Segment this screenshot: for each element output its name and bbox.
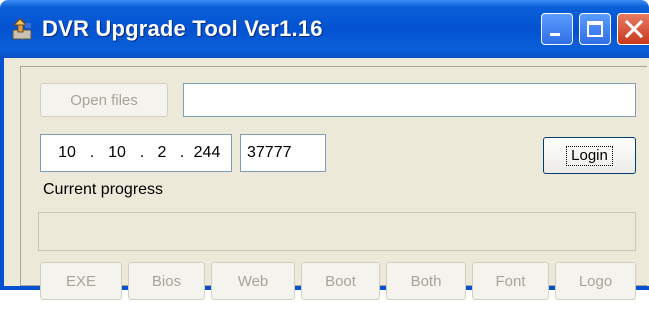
close-icon <box>624 19 644 39</box>
both-button[interactable]: Both <box>386 262 466 300</box>
boot-button[interactable]: Boot <box>301 262 380 300</box>
app-window: DVR Upgrade Tool Ver1.16 Open files 10 .… <box>0 0 649 300</box>
login-button-label: Login <box>566 145 613 166</box>
web-button[interactable]: Web <box>211 262 295 300</box>
ip-octet-3: 2 <box>157 144 167 161</box>
ip-octet-4: 244 <box>193 144 221 161</box>
title-bar[interactable]: DVR Upgrade Tool Ver1.16 <box>0 0 649 58</box>
progress-label: Current progress <box>43 181 164 198</box>
maximize-icon <box>587 21 603 37</box>
file-path-field[interactable] <box>183 83 636 117</box>
ip-separator: . <box>179 144 185 161</box>
close-button[interactable] <box>617 13 649 45</box>
ip-octet-1: 10 <box>58 144 76 161</box>
login-button[interactable]: Login <box>543 137 636 174</box>
port-field[interactable]: 37777 <box>240 134 326 172</box>
dvr-app-icon <box>12 18 32 40</box>
maximize-button[interactable] <box>579 13 611 45</box>
open-files-button[interactable]: Open files <box>40 83 168 117</box>
minimize-button[interactable] <box>541 13 573 45</box>
ip-separator: . <box>89 144 95 161</box>
ip-address-field[interactable]: 10 . 10 . 2 . 244 <box>40 134 232 172</box>
window-title: DVR Upgrade Tool Ver1.16 <box>42 16 323 41</box>
ip-octet-2: 10 <box>108 144 126 161</box>
ip-separator: . <box>139 144 145 161</box>
window-frame-left <box>0 58 4 290</box>
minimize-icon <box>550 33 560 36</box>
exe-button[interactable]: EXE <box>40 262 122 300</box>
bios-button[interactable]: Bios <box>128 262 205 300</box>
logo-button[interactable]: Logo <box>555 262 636 300</box>
font-button[interactable]: Font <box>472 262 549 300</box>
progress-bar <box>38 212 636 251</box>
